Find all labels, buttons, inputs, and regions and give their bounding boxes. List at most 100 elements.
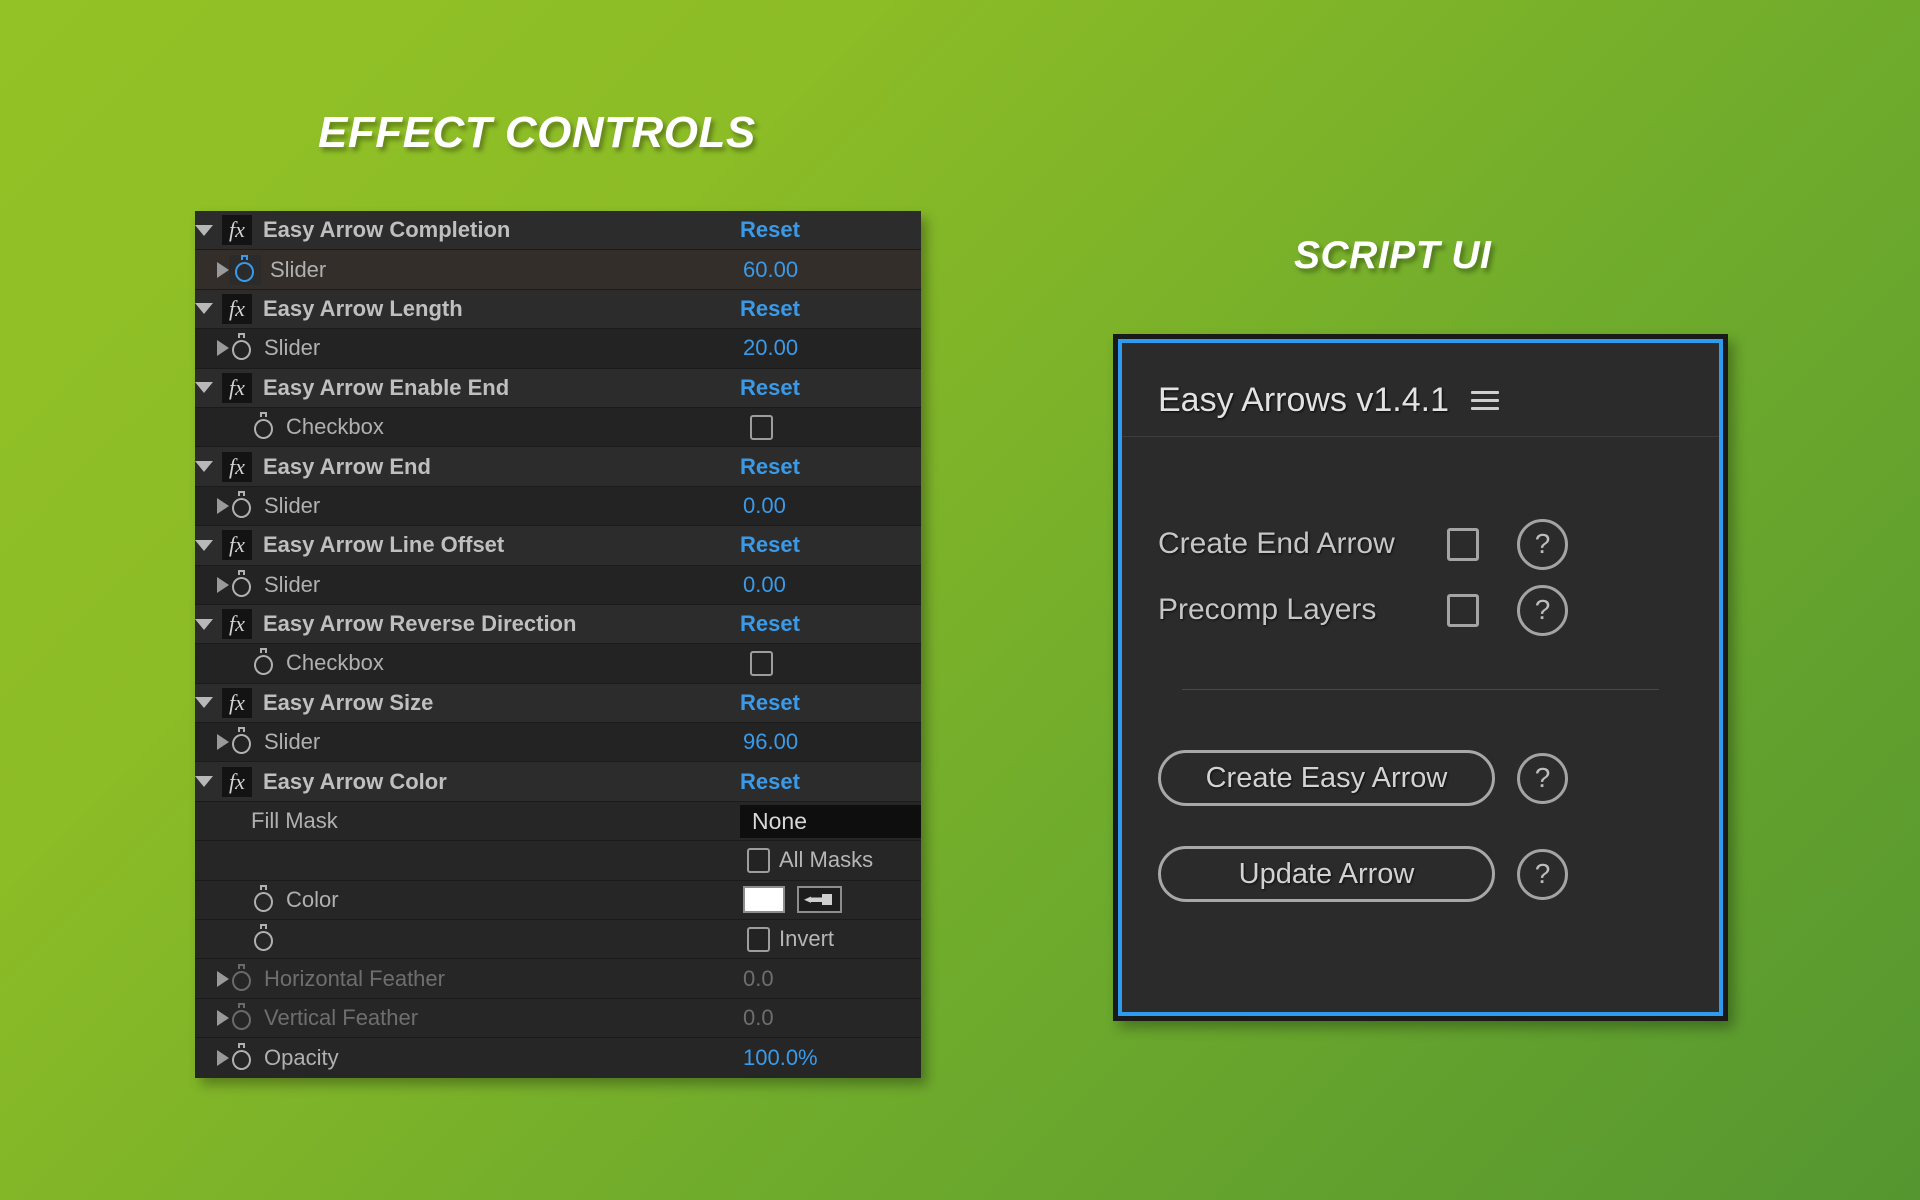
property-value[interactable]: 96.00 — [743, 729, 798, 755]
reset-button[interactable]: Reset — [740, 217, 800, 243]
stopwatch-icon[interactable] — [251, 924, 277, 954]
property-value[interactable]: 0.00 — [743, 572, 786, 598]
effect-name: Easy Arrow Completion — [263, 217, 511, 243]
reset-button[interactable]: Reset — [740, 690, 800, 716]
checkbox-input[interactable] — [750, 650, 773, 676]
effect-name: Easy Arrow Color — [263, 768, 447, 794]
script-title: Easy Arrows v1.4.1 — [1158, 380, 1450, 419]
invert-row[interactable]: Invert — [195, 920, 921, 960]
effect-header-row[interactable]: fx Easy Arrow Color Reset — [195, 762, 921, 802]
fill-mask-dropdown[interactable]: None — [740, 804, 921, 838]
property-row[interactable]: Slider 60.00 — [195, 250, 921, 290]
disclosure-triangle-icon[interactable] — [195, 776, 213, 788]
reset-button[interactable]: Reset — [740, 611, 800, 637]
all-masks-row[interactable]: All Masks — [195, 841, 921, 881]
help-icon[interactable]: ? — [1517, 848, 1568, 900]
reset-button[interactable]: Reset — [740, 454, 800, 480]
hamburger-icon[interactable] — [1471, 390, 1500, 410]
fx-icon: fx — [222, 609, 252, 640]
effect-controls-panel: fx Easy Arrow Completion Reset Slider 60… — [195, 211, 921, 1078]
effect-name: Easy Arrow End — [263, 453, 431, 479]
effect-header-row[interactable]: fx Easy Arrow Length Reset — [195, 289, 921, 330]
disclosure-triangle-icon[interactable] — [195, 618, 213, 630]
precomp-layers-checkbox[interactable] — [1447, 593, 1479, 627]
help-icon[interactable]: ? — [1517, 752, 1568, 804]
stopwatch-icon[interactable] — [229, 333, 255, 363]
stopwatch-icon[interactable] — [251, 648, 277, 678]
expand-triangle-icon[interactable] — [217, 497, 229, 514]
stopwatch-icon[interactable] — [229, 1042, 255, 1073]
property-name: Slider — [264, 571, 321, 597]
effect-header-row[interactable]: fx Easy Arrow Enable End Reset — [195, 368, 921, 408]
eyedropper-icon[interactable] — [797, 886, 842, 914]
property-value[interactable]: 100.0% — [743, 1045, 818, 1071]
property-name: Slider — [264, 729, 321, 755]
create-end-arrow-checkbox[interactable] — [1447, 527, 1479, 561]
page-title-effect-controls: EFFECT CONTROLS — [318, 108, 756, 157]
expand-triangle-icon[interactable] — [217, 576, 229, 593]
effect-name: Easy Arrow Line Offset — [263, 532, 505, 558]
option-row-precomp-layers[interactable]: Precomp Layers ? — [1122, 577, 1719, 643]
invert-checkbox[interactable] — [747, 926, 770, 952]
create-easy-arrow-button[interactable]: Create Easy Arrow — [1158, 750, 1495, 806]
property-value[interactable]: 60.00 — [743, 257, 798, 283]
property-value[interactable]: 0.00 — [743, 493, 786, 519]
effect-name: Easy Arrow Enable End — [263, 374, 510, 400]
invert-label: Invert — [779, 926, 835, 952]
expand-triangle-icon[interactable] — [217, 1049, 229, 1066]
disclosure-triangle-icon[interactable] — [195, 224, 213, 236]
disclosure-triangle-icon[interactable] — [195, 461, 213, 473]
property-row[interactable]: Checkbox — [195, 644, 921, 684]
property-row[interactable]: Slider 96.00 — [195, 723, 921, 763]
option-label: Create End Arrow — [1158, 527, 1395, 560]
stopwatch-icon[interactable] — [251, 884, 277, 915]
property-row[interactable]: Slider 0.00 — [195, 486, 921, 527]
option-row-create-end-arrow[interactable]: Create End Arrow ? — [1122, 511, 1719, 577]
color-row[interactable]: Color — [195, 880, 921, 921]
color-swatch[interactable] — [743, 886, 785, 914]
property-row: Vertical Feather 0.0 — [195, 998, 921, 1039]
stopwatch-icon[interactable] — [229, 727, 255, 757]
hamburger-line — [1471, 406, 1500, 410]
disclosure-triangle-icon[interactable] — [195, 697, 213, 709]
property-row: Horizontal Feather 0.0 — [195, 959, 921, 999]
help-icon[interactable]: ? — [1517, 584, 1568, 636]
stopwatch-icon[interactable] — [229, 569, 255, 600]
expand-triangle-icon[interactable] — [217, 340, 229, 357]
help-icon[interactable]: ? — [1517, 518, 1568, 570]
effect-header-row[interactable]: fx Easy Arrow Line Offset Reset — [195, 526, 921, 566]
stopwatch-icon[interactable] — [229, 490, 255, 521]
fill-mask-row[interactable]: Fill Mask None — [195, 801, 921, 842]
effect-header-row[interactable]: fx Easy Arrow End Reset — [195, 447, 921, 487]
effect-name: Easy Arrow Length — [263, 295, 463, 321]
property-name: Checkbox — [286, 414, 384, 440]
option-label: Precomp Layers — [1158, 593, 1377, 626]
disclosure-triangle-icon[interactable] — [195, 303, 213, 315]
property-value[interactable]: 20.00 — [743, 335, 798, 361]
property-row[interactable]: Checkbox — [195, 407, 921, 448]
disclosure-triangle-icon[interactable] — [195, 382, 213, 394]
disclosure-triangle-icon[interactable] — [195, 539, 213, 551]
property-name: Checkbox — [286, 650, 384, 676]
stopwatch-toggle[interactable] — [229, 254, 261, 285]
reset-button[interactable]: Reset — [740, 296, 800, 322]
fx-icon: fx — [222, 451, 252, 482]
fx-icon: fx — [222, 215, 252, 246]
fx-icon: fx — [222, 766, 252, 797]
effect-header-row[interactable]: fx Easy Arrow Reverse Direction Reset — [195, 604, 921, 645]
update-arrow-button[interactable]: Update Arrow — [1158, 846, 1495, 902]
effect-header-row[interactable]: fx Easy Arrow Completion Reset — [195, 211, 921, 251]
effect-header-row[interactable]: fx Easy Arrow Size Reset — [195, 683, 921, 724]
reset-button[interactable]: Reset — [740, 769, 800, 795]
all-masks-checkbox[interactable] — [747, 847, 770, 873]
expand-triangle-icon[interactable] — [217, 261, 229, 278]
checkbox-input[interactable] — [750, 414, 773, 440]
stopwatch-icon[interactable] — [251, 412, 277, 442]
property-row[interactable]: Slider 0.00 — [195, 565, 921, 605]
reset-button[interactable]: Reset — [740, 532, 800, 558]
property-value: 0.0 — [743, 965, 774, 991]
expand-triangle-icon[interactable] — [217, 734, 229, 751]
property-row[interactable]: Opacity 100.0% — [195, 1038, 921, 1078]
reset-button[interactable]: Reset — [740, 375, 800, 401]
property-row[interactable]: Slider 20.00 — [195, 329, 921, 369]
